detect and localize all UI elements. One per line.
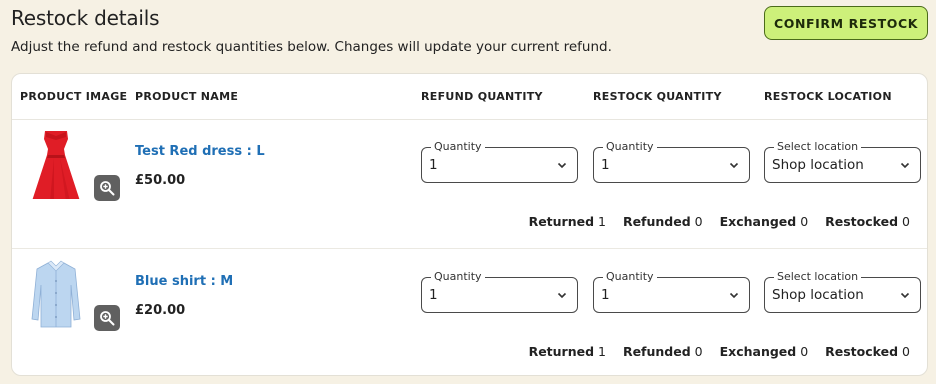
- restock-location-select[interactable]: Select location Shop location: [764, 270, 921, 313]
- exchanged-label: Exchanged: [719, 344, 797, 359]
- restock-quantity-select[interactable]: Quantity 1: [593, 140, 750, 183]
- chevron-down-icon: [729, 162, 739, 169]
- zoom-image-button[interactable]: [94, 175, 120, 201]
- blue-shirt-image: [31, 260, 81, 328]
- field-value: 1: [601, 287, 610, 303]
- field-value: 1: [601, 157, 610, 173]
- refunded-count: 0: [694, 344, 703, 359]
- restock-location-select[interactable]: Select location Shop location: [764, 140, 921, 183]
- exchanged-count: 0: [800, 214, 809, 229]
- red-dress-image: [32, 131, 80, 199]
- table-row: Test Red dress : L £50.00 Quantity 1 Qua…: [12, 119, 927, 248]
- chevron-down-icon: [557, 162, 567, 169]
- restock-table: PRODUCT IMAGE PRODUCT NAME REFUND QUANTI…: [11, 73, 928, 376]
- field-legend: Select location: [774, 140, 862, 154]
- chevron-down-icon: [729, 292, 739, 299]
- item-status-summary: Returned 1 Refunded 0 Exchanged 0 Restoc…: [529, 214, 910, 229]
- returned-label: Returned: [528, 344, 595, 359]
- returned-count: 1: [598, 344, 606, 359]
- page-title: Restock details: [11, 6, 160, 30]
- returned-label: Returned: [528, 214, 595, 229]
- restocked-label: Restocked: [825, 344, 899, 359]
- field-legend: Select location: [774, 270, 862, 284]
- returned-count: 1: [598, 214, 606, 229]
- field-legend: Quantity: [603, 270, 657, 284]
- refund-quantity-select[interactable]: Quantity 1: [421, 140, 578, 183]
- refunded-label: Refunded: [622, 344, 691, 359]
- restocked-label: Restocked: [825, 214, 899, 229]
- header-refund-quantity: REFUND QUANTITY: [421, 90, 543, 103]
- magnifier-plus-icon: [100, 311, 115, 326]
- restocked-count: 0: [902, 344, 910, 359]
- table-header: PRODUCT IMAGE PRODUCT NAME REFUND QUANTI…: [12, 74, 927, 120]
- product-name-link[interactable]: Test Red dress : L: [135, 144, 265, 159]
- confirm-restock-button[interactable]: CONFIRM RESTOCK: [764, 6, 928, 40]
- page-subtitle: Adjust the refund and restock quantities…: [11, 39, 612, 55]
- exchanged-count: 0: [800, 344, 809, 359]
- chevron-down-icon: [900, 292, 910, 299]
- header-restock-quantity: RESTOCK QUANTITY: [593, 90, 722, 103]
- refunded-label: Refunded: [622, 214, 691, 229]
- field-value: 1: [429, 287, 438, 303]
- field-value: Shop location: [772, 157, 864, 173]
- field-value: Shop location: [772, 287, 864, 303]
- field-value: 1: [429, 157, 438, 173]
- header-restock-location: RESTOCK LOCATION: [764, 90, 892, 103]
- restocked-count: 0: [902, 214, 910, 229]
- item-status-summary: Returned 1 Refunded 0 Exchanged 0 Restoc…: [529, 344, 910, 359]
- product-price: £50.00: [135, 173, 186, 188]
- field-legend: Quantity: [431, 270, 485, 284]
- product-price: £20.00: [135, 303, 186, 318]
- header-product-name: PRODUCT NAME: [135, 90, 239, 103]
- exchanged-label: Exchanged: [719, 214, 797, 229]
- restock-quantity-select[interactable]: Quantity 1: [593, 270, 750, 313]
- refund-quantity-select[interactable]: Quantity 1: [421, 270, 578, 313]
- chevron-down-icon: [900, 162, 910, 169]
- table-row: Blue shirt : M £20.00 Quantity 1 Quantit…: [12, 248, 927, 375]
- zoom-image-button[interactable]: [94, 305, 120, 331]
- chevron-down-icon: [557, 292, 567, 299]
- field-legend: Quantity: [603, 140, 657, 154]
- product-name-link[interactable]: Blue shirt : M: [135, 274, 233, 289]
- field-legend: Quantity: [431, 140, 485, 154]
- refunded-count: 0: [694, 214, 703, 229]
- magnifier-plus-icon: [100, 181, 115, 196]
- header-product-image: PRODUCT IMAGE: [20, 90, 128, 103]
